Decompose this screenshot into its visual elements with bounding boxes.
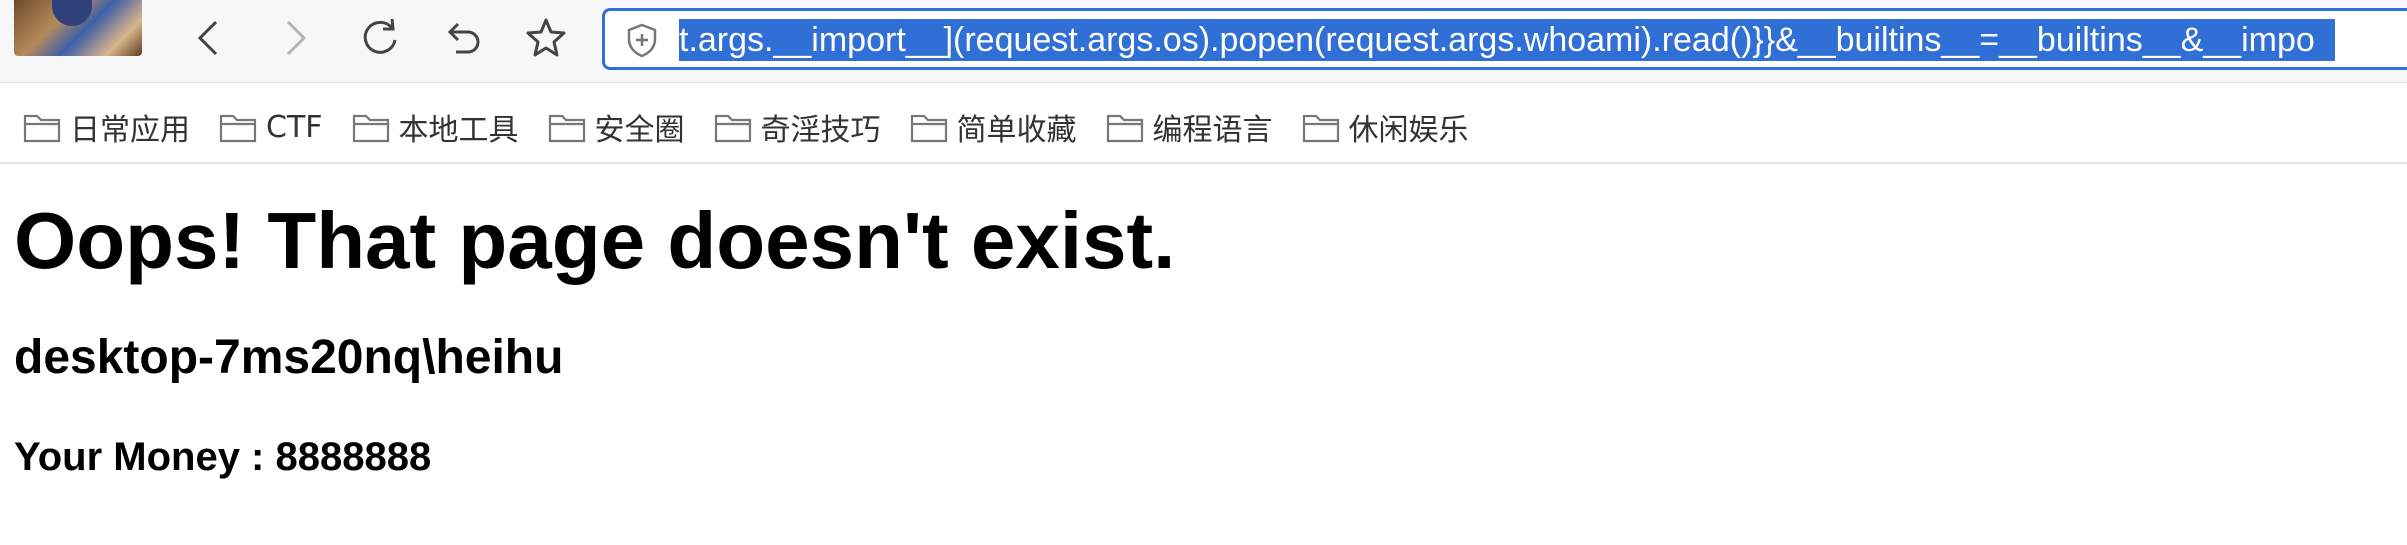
page-title: Oops! That page doesn't exist.	[14, 196, 1176, 285]
address-bar[interactable]: t.args.__import__](request.args.os).pope…	[602, 8, 2407, 70]
forward-icon	[286, 20, 307, 56]
star-icon	[526, 18, 566, 57]
bookmark-folder[interactable]: 简单收藏	[909, 105, 1077, 149]
profile-avatar[interactable]	[14, 0, 142, 56]
bookmark-label: CTF	[266, 109, 323, 145]
undo-icon	[447, 22, 480, 54]
bookmark-label: 编程语言	[1152, 113, 1273, 148]
address-bar-text[interactable]: t.args.__import__](request.args.os).pope…	[679, 19, 2335, 61]
money-text: Your Money : 8888888	[14, 435, 432, 479]
folder-icon	[352, 114, 389, 143]
browser-toolbar: t.args.__import__](request.args.os).pope…	[0, 0, 2407, 83]
folder-icon	[219, 114, 257, 143]
bookmark-folder[interactable]: CTF	[218, 110, 323, 145]
shield-icon	[627, 23, 657, 58]
folder-icon	[714, 114, 751, 143]
bookmark-folder[interactable]: 本地工具	[351, 105, 519, 149]
bookmark-label: 简单收藏	[956, 113, 1077, 148]
bookmark-folder[interactable]: 奇淫技巧	[713, 105, 881, 149]
bookmark-label: 休闲娱乐	[1348, 113, 1469, 148]
bookmark-label: 日常应用	[70, 113, 190, 148]
bookmarks-bar: 日常应用 CTF 本地工具 安全圈 奇淫技巧 简单收藏 编程语言 休闲娱乐	[0, 92, 2407, 164]
back-icon	[197, 20, 218, 56]
bookmark-label: 安全圈	[594, 113, 685, 148]
back-button[interactable]	[182, 10, 238, 66]
bookmark-folder[interactable]: 日常应用	[22, 105, 190, 149]
bookmark-folder[interactable]: 安全圈	[547, 105, 685, 149]
undo-button[interactable]	[434, 10, 490, 66]
folder-icon	[1302, 114, 1339, 143]
reload-button[interactable]	[352, 10, 408, 66]
bookmark-label: 本地工具	[398, 113, 519, 148]
forward-button[interactable]	[266, 10, 322, 66]
bookmark-label: 奇淫技巧	[760, 113, 881, 148]
folder-icon	[23, 114, 61, 143]
bookmark-star-button[interactable]	[518, 10, 574, 66]
site-security-button[interactable]	[623, 21, 661, 59]
folder-icon	[910, 114, 947, 143]
bookmark-folder[interactable]: 休闲娱乐	[1301, 105, 1469, 149]
page-content: Oops! That page doesn't exist. desktop-7…	[14, 186, 1175, 482]
username-output: desktop-7ms20nq\heihu	[14, 331, 564, 384]
reload-icon	[363, 18, 397, 54]
folder-icon	[548, 114, 585, 143]
folder-icon	[1106, 114, 1143, 143]
bookmark-folder[interactable]: 编程语言	[1105, 105, 1273, 149]
